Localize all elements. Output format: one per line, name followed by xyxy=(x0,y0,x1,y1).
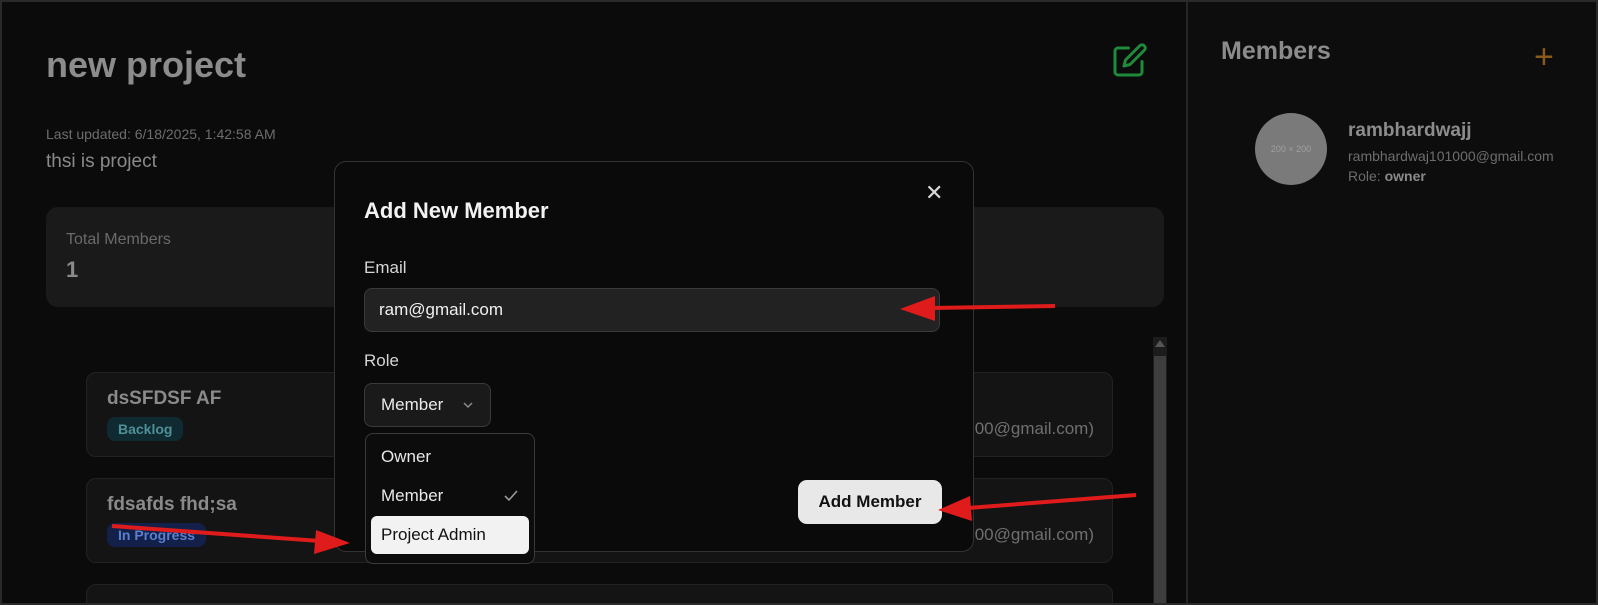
email-label: Email xyxy=(364,258,407,277)
role-option-label: Owner xyxy=(381,447,432,466)
role-select-value: Member xyxy=(381,395,444,414)
modal-title: Add New Member xyxy=(364,198,549,223)
status-badge: In Progress xyxy=(107,523,207,547)
close-icon[interactable]: ✕ xyxy=(925,180,943,206)
page-title: new project xyxy=(46,44,247,85)
project-description: thsi is project xyxy=(46,151,157,172)
email-field[interactable] xyxy=(364,288,940,332)
role-label: Role xyxy=(364,351,399,370)
role-dropdown-menu: Owner Member Project Admin xyxy=(365,433,535,564)
sidebar-title: Members xyxy=(1221,37,1331,65)
member-email: rambhardwaj101000@gmail.com xyxy=(1348,148,1554,164)
edit-icon[interactable] xyxy=(1112,42,1148,78)
task-title: dsSFDSF AF xyxy=(107,388,222,409)
chevron-down-icon xyxy=(463,402,473,409)
task-title: fdsafds fhd;sa xyxy=(107,494,237,515)
task-assignee-email: 00@gmail.com) xyxy=(974,419,1094,438)
role-option-owner[interactable]: Owner xyxy=(371,438,529,476)
role-option-label: Member xyxy=(381,486,444,505)
plus-icon[interactable]: + xyxy=(1534,40,1554,74)
scroll-up-arrow[interactable] xyxy=(1155,340,1165,347)
member-role-value: owner xyxy=(1384,168,1426,184)
member-role: Role: owner xyxy=(1348,168,1426,184)
check-icon xyxy=(504,490,518,502)
status-badge: Backlog xyxy=(107,417,184,441)
member-role-label: Role: xyxy=(1348,168,1385,184)
add-member-button[interactable]: Add Member xyxy=(798,480,942,524)
member-name: rambhardwajj xyxy=(1348,120,1472,141)
avatar: 200 × 200 xyxy=(1255,113,1327,185)
role-option-project-admin[interactable]: Project Admin xyxy=(371,516,529,554)
task-assignee-email: 00@gmail.com) xyxy=(974,525,1094,544)
scrollbar-thumb[interactable] xyxy=(1154,356,1166,605)
members-sidebar: Members + 200 × 200 rambhardwajj rambhar… xyxy=(1186,0,1598,605)
total-members-label: Total Members xyxy=(66,231,171,248)
role-option-label: Project Admin xyxy=(381,525,486,544)
role-select[interactable]: Member xyxy=(364,383,491,427)
avatar-placeholder-text: 200 × 200 xyxy=(1270,144,1312,154)
total-members-value: 1 xyxy=(66,257,79,282)
task-card[interactable] xyxy=(86,584,1113,605)
role-option-member[interactable]: Member xyxy=(371,477,529,515)
last-updated: Last updated: 6/18/2025, 1:42:58 AM xyxy=(46,126,276,142)
